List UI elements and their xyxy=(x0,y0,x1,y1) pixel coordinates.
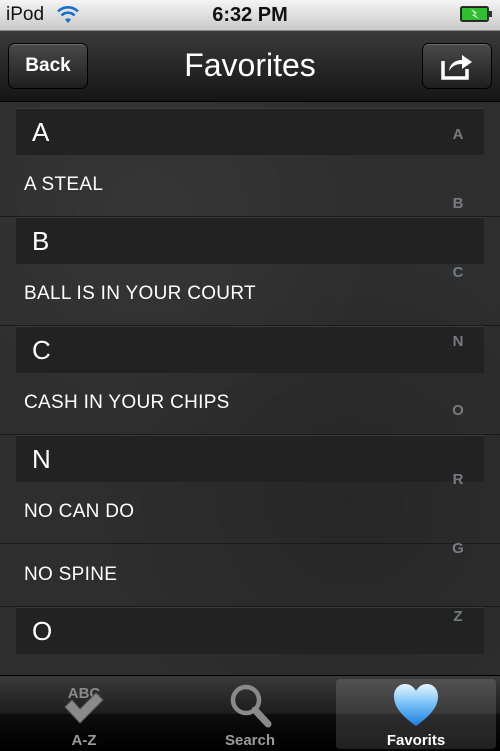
tab-a-z[interactable]: ABC A-Z xyxy=(4,679,164,749)
tab-label: Search xyxy=(224,732,276,749)
index-letter[interactable]: B xyxy=(446,195,470,212)
tab-search[interactable]: Search xyxy=(170,679,330,749)
index-letter[interactable]: N xyxy=(446,333,470,350)
section-header-o: O xyxy=(16,607,484,654)
status-time: 6:32 PM xyxy=(212,4,288,26)
share-button[interactable] xyxy=(422,43,492,89)
list-item[interactable]: CASH IN YOUR CHIPS xyxy=(0,372,500,435)
list-item[interactable]: NO CAN DO xyxy=(0,481,500,544)
status-bar: iPod 6:32 PM xyxy=(0,0,500,31)
list-item[interactable]: NO SPINE xyxy=(0,544,500,607)
share-icon xyxy=(441,55,472,80)
magnifier-icon xyxy=(230,684,272,728)
favorites-list[interactable]: A A STEAL B BALL IS IN YOUR COURT C CASH… xyxy=(0,102,500,675)
tab-favorites[interactable]: Favorits xyxy=(336,679,496,749)
battery-icon xyxy=(460,6,492,22)
index-letter[interactable]: C xyxy=(446,264,470,281)
list-item[interactable]: A STEAL xyxy=(0,154,500,217)
heart-icon xyxy=(394,684,438,726)
section-header-n: N xyxy=(16,435,484,482)
tab-label: A-Z xyxy=(71,732,97,749)
navigation-bar: Back Favorites xyxy=(0,31,500,102)
index-letter[interactable]: G xyxy=(446,540,470,557)
index-letter[interactable]: A xyxy=(446,126,470,143)
abc-check-icon: ABC xyxy=(64,685,104,724)
section-header-c: C xyxy=(16,326,484,373)
tab-label: Favorits xyxy=(386,732,446,749)
tab-bar: ABC A-Z Search Favorits xyxy=(0,675,500,751)
list-item[interactable]: BALL IS IN YOUR COURT xyxy=(0,263,500,326)
index-letter[interactable]: O xyxy=(446,402,470,419)
index-letter[interactable]: R xyxy=(446,471,470,488)
section-index[interactable]: A B C N O R G Z xyxy=(446,102,470,675)
index-letter[interactable]: Z xyxy=(446,608,470,625)
section-header-b: B xyxy=(16,217,484,264)
section-header-a: A xyxy=(16,108,484,155)
